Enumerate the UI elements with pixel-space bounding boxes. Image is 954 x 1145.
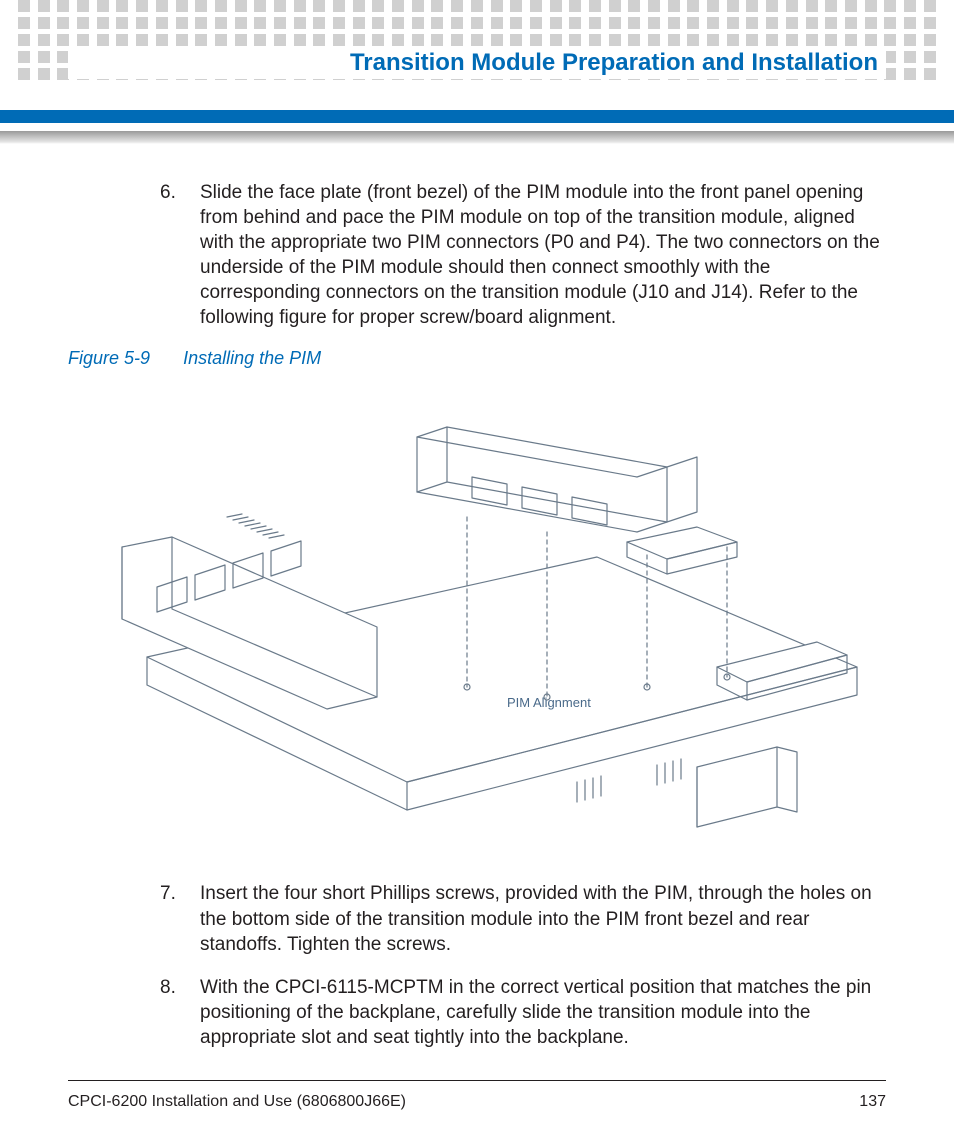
step-8: 8. With the CPCI-6115-MCPTM in the corre…	[160, 975, 886, 1050]
section-title: Transition Module Preparation and Instal…	[68, 47, 886, 79]
figure-illustration: PIM Alignment	[77, 387, 877, 857]
footer-doc-title: CPCI-6200 Installation and Use (6806800J…	[68, 1093, 406, 1111]
step-6: 6. Slide the face plate (front bezel) of…	[160, 180, 886, 330]
page-footer: CPCI-6200 Installation and Use (6806800J…	[68, 1093, 886, 1111]
footer-rule	[68, 1080, 886, 1081]
header-band: Transition Module Preparation and Instal…	[0, 0, 954, 100]
step-number: 8.	[160, 975, 176, 1000]
pim-install-diagram	[77, 387, 877, 857]
footer-page-number: 137	[859, 1093, 886, 1111]
figure-title: Installing the PIM	[183, 348, 321, 368]
page-content: 6. Slide the face plate (front bezel) of…	[68, 180, 886, 1068]
header-blue-bar	[0, 110, 954, 123]
step-text: Insert the four short Phillips screws, p…	[200, 883, 872, 954]
step-text: With the CPCI-6115-MCPTM in the correct …	[200, 977, 871, 1048]
figure-caption: Figure 5-9 Installing the PIM	[68, 348, 886, 369]
step-text: Slide the face plate (front bezel) of th…	[200, 182, 880, 328]
figure-annotation: PIM Alignment	[507, 695, 591, 710]
figure-number: Figure 5-9	[68, 348, 150, 368]
step-7: 7. Insert the four short Phillips screws…	[160, 881, 886, 956]
header-gray-bar	[0, 131, 954, 144]
step-number: 7.	[160, 881, 176, 906]
step-number: 6.	[160, 180, 176, 205]
